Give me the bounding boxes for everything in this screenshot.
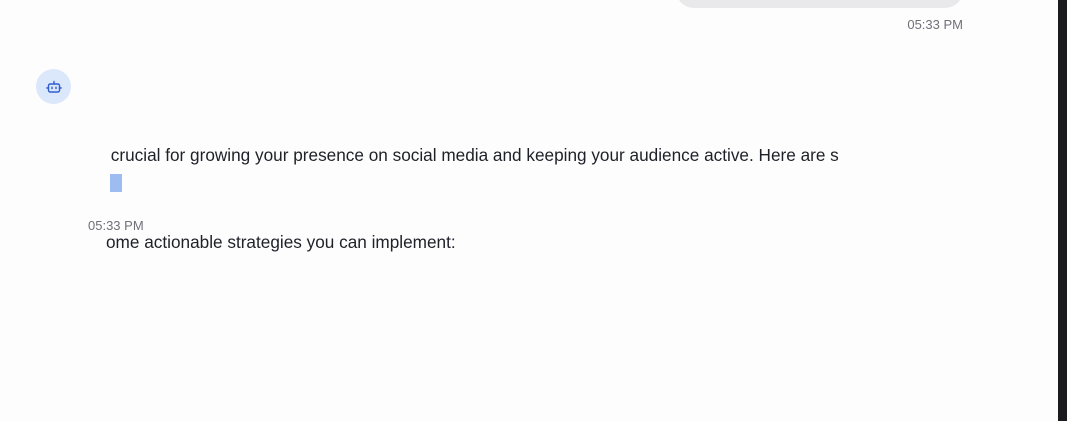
chat-viewport: 05:33 PM crucial for growing your presen… (0, 0, 1067, 421)
user-message-bubble (676, 0, 963, 8)
streaming-cursor (110, 174, 122, 192)
bot-icon (45, 79, 62, 95)
window-edge (1058, 0, 1067, 421)
user-message-timestamp: 05:33 PM (907, 17, 963, 32)
bot-avatar (36, 69, 71, 104)
bot-message-timestamp: 05:33 PM (88, 218, 144, 233)
bot-message-line: crucial for growing your presence on soc… (106, 145, 839, 165)
bot-message-text: crucial for growing your presence on soc… (106, 83, 906, 315)
bot-message-line: ome actionable strategies you can implem… (106, 232, 456, 252)
